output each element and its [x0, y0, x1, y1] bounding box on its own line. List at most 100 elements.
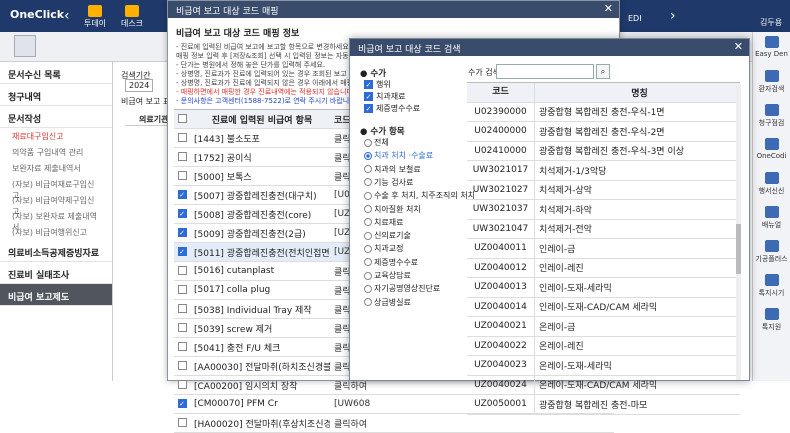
- right-bar-item[interactable]: 톡지시기: [753, 270, 790, 304]
- kind-checkbox[interactable]: ✓ 행위: [364, 79, 391, 90]
- desk-button[interactable]: 데스크: [117, 2, 147, 30]
- search-period-input[interactable]: 2024: [125, 79, 154, 92]
- next-arrow-icon[interactable]: ›: [670, 8, 676, 24]
- row-checkbox[interactable]: [177, 361, 187, 370]
- item-radio[interactable]: 전체: [364, 137, 389, 148]
- table-row[interactable]: UZ0050001 광중합형 복합레진 충전-마모: [467, 395, 740, 415]
- row-checkbox[interactable]: [177, 323, 187, 332]
- nav-item[interactable]: (자보) 비급여약제구입신고: [0, 192, 112, 216]
- radio[interactable]: [364, 218, 372, 227]
- right-bar-item[interactable]: Easy Den: [753, 32, 790, 66]
- item-radio[interactable]: 치료재료: [364, 217, 403, 228]
- close-icon[interactable]: ✕: [734, 40, 743, 53]
- radio[interactable]: [364, 231, 372, 240]
- kind-checkbox[interactable]: ✓ 치과재료: [364, 91, 405, 102]
- right-bar-item[interactable]: 환자검색: [753, 66, 790, 100]
- nav-item[interactable]: 청구내역: [0, 84, 112, 106]
- right-bar-item[interactable]: 배뉴얼: [753, 202, 790, 236]
- row-checkbox[interactable]: ✓: [177, 247, 187, 256]
- radio[interactable]: [364, 244, 372, 253]
- nav-item[interactable]: (자보) 비급여재료구입신고: [0, 176, 112, 200]
- item-radio[interactable]: 치과교정: [364, 243, 403, 254]
- item-radio[interactable]: 치과의 보철료: [364, 164, 421, 175]
- kind-checkbox[interactable]: ✓ 제증명수수료: [364, 103, 420, 114]
- edi-button[interactable]: EDI: [628, 14, 642, 23]
- checkbox[interactable]: ✓: [364, 104, 373, 113]
- table-row[interactable]: U02400000 광중합형 복합레진 충전-우식-2면: [467, 122, 740, 142]
- prev-arrow-icon[interactable]: ‹: [64, 8, 70, 24]
- radio[interactable]: [364, 271, 372, 280]
- item-code[interactable]: 클릭하여: [330, 417, 390, 430]
- search-input[interactable]: [496, 64, 594, 79]
- radio[interactable]: [364, 165, 372, 174]
- right-bar-item[interactable]: OneCodi: [753, 134, 790, 168]
- item-radio[interactable]: 기능 검사료: [364, 177, 413, 188]
- nav-item[interactable]: 비급여 보고제도: [0, 284, 112, 306]
- table-row[interactable]: UZ0040022 온레이-레진: [467, 336, 740, 356]
- row-checkbox[interactable]: [177, 266, 187, 275]
- table-row[interactable]: U02390000 광중합형 복합레진 충전-우식-1면: [467, 102, 740, 122]
- nav-item[interactable]: 보완자료 제출내역서: [0, 160, 112, 176]
- radio[interactable]: [364, 298, 372, 307]
- table-row[interactable]: UZ0040021 온레이-금: [467, 317, 740, 337]
- table-row[interactable]: UW3021047 치석제거-전악: [467, 219, 740, 239]
- radio[interactable]: [364, 258, 372, 267]
- radio[interactable]: [364, 151, 372, 160]
- table-row[interactable]: UZ0040023 온레이-도재-세라믹: [467, 356, 740, 376]
- today-button[interactable]: 투데이: [80, 2, 110, 30]
- row-checkbox[interactable]: [177, 380, 187, 389]
- nav-item[interactable]: 문서작성: [0, 106, 112, 128]
- table-row[interactable]: UZ0040011 인레이-금: [467, 239, 740, 259]
- row-checkbox[interactable]: [177, 133, 187, 142]
- checkbox[interactable]: ✓: [364, 80, 373, 89]
- row-checkbox[interactable]: [177, 152, 187, 161]
- table-row[interactable]: UW3021017 치석제거-1/3악당: [467, 161, 740, 181]
- row-checkbox[interactable]: [177, 418, 187, 427]
- checkbox[interactable]: ✓: [364, 92, 373, 101]
- table-row[interactable]: UZ0040024 온레이-도재-CAD/CAM 세라믹: [467, 375, 740, 395]
- radio[interactable]: [364, 191, 372, 200]
- row-checkbox[interactable]: [177, 285, 187, 294]
- item-code[interactable]: [UW608: [330, 399, 390, 409]
- item-radio[interactable]: 제증명수수료: [364, 257, 418, 268]
- radio[interactable]: [364, 138, 372, 147]
- radio[interactable]: [364, 284, 372, 293]
- table-row[interactable]: UZ0040014 인레이-도재-CAD/CAM 세라믹: [467, 297, 740, 317]
- nav-item[interactable]: 문서수신 목록: [0, 62, 112, 84]
- row-checkbox[interactable]: ✓: [177, 209, 187, 218]
- table-row[interactable]: UZ0040012 인레이-레진: [467, 258, 740, 278]
- right-bar-item[interactable]: 톡지원: [753, 304, 790, 338]
- item-radio[interactable]: 교육상담료: [364, 270, 411, 281]
- close-icon[interactable]: ✕: [604, 2, 613, 15]
- item-radio[interactable]: 치과 처치 ·수술료: [364, 150, 433, 161]
- right-bar-item[interactable]: 청구점검: [753, 100, 790, 134]
- select-all-checkbox[interactable]: [177, 114, 187, 123]
- row-checkbox[interactable]: ✓: [177, 190, 187, 199]
- right-bar-item[interactable]: 행서신신: [753, 168, 790, 202]
- item-radio[interactable]: 상급병실료: [364, 297, 411, 308]
- table-row[interactable]: UW3021027 치석제거-상악: [467, 180, 740, 200]
- table-row[interactable]: [HA00020] 전달마취(후상치조신경블록)클릭하여: [174, 414, 614, 433]
- item-radio[interactable]: 치아질환 처치: [364, 204, 421, 215]
- nav-item[interactable]: 의료비소득공제증빙자료: [0, 240, 112, 262]
- nav-item[interactable]: (자보) 비급여행위신고: [0, 224, 112, 240]
- table-scrollbar[interactable]: [736, 84, 741, 380]
- radio[interactable]: [364, 178, 372, 187]
- avatar[interactable]: [14, 35, 36, 57]
- nav-item[interactable]: 재료대구입신고: [0, 128, 112, 144]
- table-row[interactable]: U02410000 광중합형 복합레진 충전-우식-3면 이상: [467, 141, 740, 161]
- user-name[interactable]: 김두용: [760, 17, 782, 28]
- right-bar-item[interactable]: 기공플러스: [753, 236, 790, 270]
- radio[interactable]: [364, 205, 372, 213]
- row-checkbox[interactable]: ✓: [177, 228, 187, 237]
- row-checkbox[interactable]: [177, 304, 187, 313]
- row-checkbox[interactable]: [177, 342, 187, 351]
- table-row[interactable]: UZ0040013 인레이-도재-세라믹: [467, 278, 740, 298]
- nav-item[interactable]: 의약품 구입내역 관리: [0, 144, 112, 160]
- item-radio[interactable]: 신의료기술: [364, 230, 411, 241]
- table-row[interactable]: UW3021037 치석제거-하악: [467, 200, 740, 220]
- row-checkbox[interactable]: [177, 171, 187, 180]
- item-radio[interactable]: 수술 후 처치, 치주조직의 처치: [364, 190, 475, 201]
- item-radio[interactable]: 자기공명영상진단료: [364, 283, 440, 294]
- row-checkbox[interactable]: ✓: [177, 399, 187, 408]
